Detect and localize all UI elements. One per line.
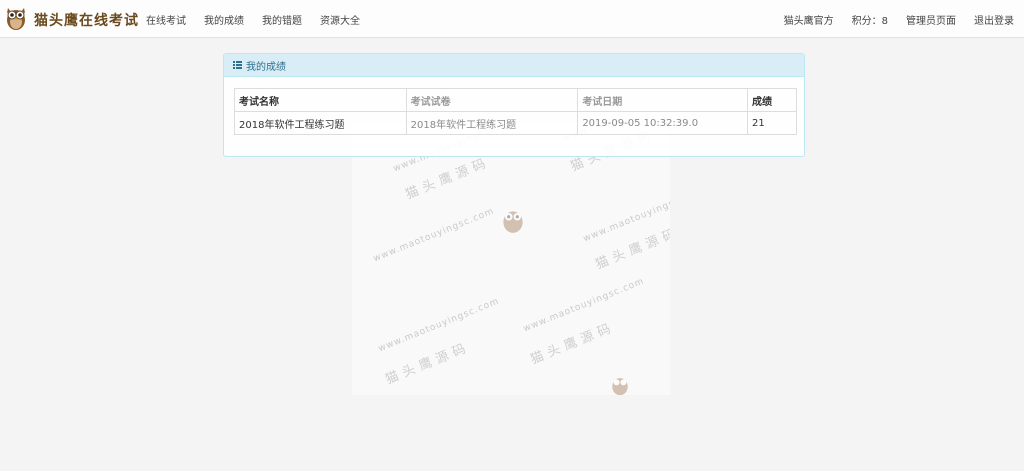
cell-exam-date: 2019-09-05 10:32:39.0 (577, 111, 749, 135)
brand[interactable]: 猫头鹰在线考试 (4, 4, 139, 35)
nav-admin-page[interactable]: 管理员页面 (906, 12, 956, 27)
column-header-exam-paper: 考试试卷 (405, 88, 579, 112)
cell-exam-paper: 2018年软件工程练习题 (405, 111, 579, 135)
points-display: 积分：8 (851, 15, 888, 27)
watermark: www.maotouyingsc.com 猫头鹰源码 www.maotouyin… (352, 125, 670, 395)
table-header-row: 考试名称 考试试卷 考试日期 成绩 (234, 88, 797, 112)
watermark-owl-icon (498, 205, 528, 238)
panel-heading: 我的成绩 (224, 54, 804, 77)
watermark-url: www.maotouyingsc.com (372, 206, 496, 265)
cell-score: 21 (747, 111, 797, 135)
column-header-exam-name: 考试名称 (234, 88, 407, 112)
nav-official[interactable]: 猫头鹰官方 (784, 12, 834, 27)
top-navbar: 猫头鹰在线考试 在线考试 我的成绩 我的错题 资源大全 猫头鹰官方 积分：8 管… (0, 0, 1024, 38)
watermark-owl-icon (608, 373, 632, 395)
column-header-exam-date: 考试日期 (577, 88, 749, 112)
user-nav: 猫头鹰官方 积分：8 管理员页面 退出登录 (766, 0, 1014, 38)
scores-panel: 我的成绩 考试名称 考试试卷 考试日期 成绩 2018年软件工程练习题 2018… (223, 53, 805, 157)
brand-title: 猫头鹰在线考试 (34, 12, 139, 29)
panel-title: 我的成绩 (246, 61, 286, 73)
nav-online-exam[interactable]: 在线考试 (146, 12, 186, 27)
owl-logo-icon (4, 4, 28, 35)
main-nav: 在线考试 我的成绩 我的错题 资源大全 (146, 0, 378, 38)
logout-link[interactable]: 退出登录 (974, 12, 1014, 27)
table-row: 2018年软件工程练习题 2018年软件工程练习题 2019-09-05 10:… (234, 111, 797, 135)
nav-resources[interactable]: 资源大全 (320, 12, 360, 27)
scores-table: 考试名称 考试试卷 考试日期 成绩 2018年软件工程练习题 2018年软件工程… (234, 88, 797, 135)
nav-my-mistakes[interactable]: 我的错题 (262, 12, 302, 27)
nav-my-scores[interactable]: 我的成绩 (204, 12, 244, 27)
cell-exam-name: 2018年软件工程练习题 (234, 111, 407, 135)
column-header-score: 成绩 (747, 88, 797, 112)
list-icon (233, 61, 242, 69)
